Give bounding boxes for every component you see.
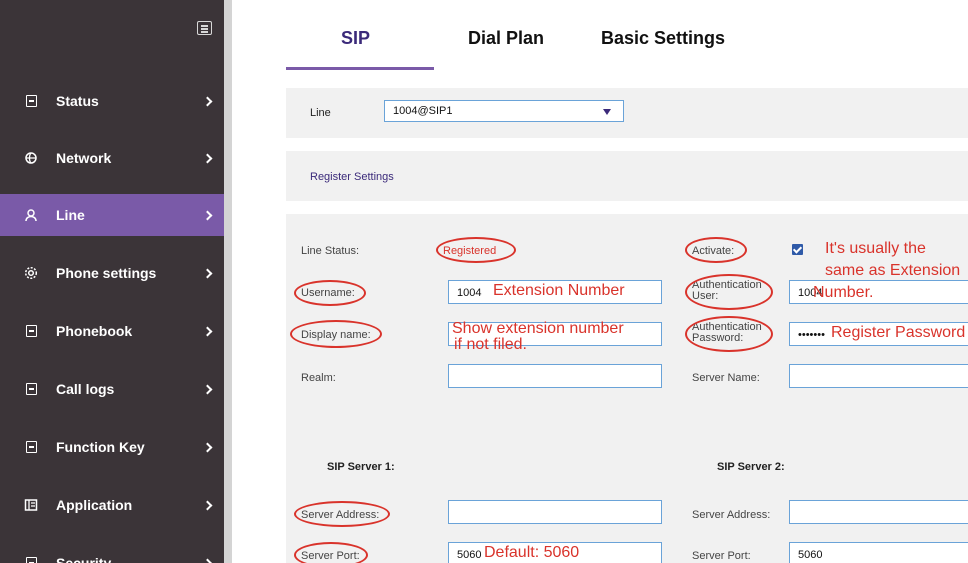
active-tab-indicator	[286, 67, 434, 70]
tab-dial-plan[interactable]: Dial Plan	[468, 28, 544, 49]
settings-icon	[24, 266, 38, 280]
user-icon	[24, 208, 38, 222]
tab-basic-settings[interactable]: Basic Settings	[601, 28, 725, 49]
phonebook-icon	[24, 324, 38, 338]
server-port-value: 5060	[457, 549, 482, 561]
chevron-right-icon	[202, 442, 213, 452]
annotation-text: same as Extension	[825, 262, 961, 279]
annotation-text: Default: 5060	[484, 544, 580, 561]
sidebar-item-label: Application	[56, 497, 133, 513]
server-name-label: Server Name:	[692, 372, 760, 384]
chevron-right-icon	[202, 558, 213, 563]
server-address-field[interactable]	[448, 500, 662, 524]
register-settings-header: Register Settings	[286, 151, 968, 201]
chevron-right-icon	[202, 500, 213, 510]
tab-sip[interactable]: SIP	[341, 28, 370, 49]
chevron-right-icon	[202, 326, 213, 336]
sidebar: Status Network Line Phone settings Phone…	[0, 0, 224, 563]
sidebar-toggle-icon[interactable]	[197, 21, 212, 35]
sidebar-item-label: Network	[56, 150, 112, 166]
application-icon	[24, 498, 38, 512]
line-status-label: Line Status:	[301, 245, 360, 257]
server-address-2-label: Server Address:	[692, 509, 771, 521]
sidebar-item-application[interactable]: Application	[0, 484, 224, 526]
line-panel: Line 1004@SIP1	[286, 88, 968, 138]
chevron-right-icon	[202, 268, 213, 278]
call-logs-icon	[24, 382, 38, 396]
server-port-2-label: Server Port:	[692, 550, 751, 562]
sidebar-item-status[interactable]: Status	[0, 80, 224, 122]
server-address-2-field[interactable]	[789, 500, 968, 524]
function-key-icon	[24, 440, 38, 454]
line-select-value: 1004@SIP1	[393, 105, 453, 117]
annotation-oval	[436, 237, 516, 263]
sidebar-item-function-key[interactable]: Function Key	[0, 426, 224, 468]
activate-checkbox[interactable]	[792, 244, 803, 255]
annotation-text: Number.	[813, 284, 874, 301]
chevron-right-icon	[202, 384, 213, 394]
sidebar-item-label: Call logs	[56, 381, 115, 397]
line-select[interactable]: 1004@SIP1	[384, 100, 624, 122]
sip-server-2-title: SIP Server 2:	[717, 461, 785, 473]
server-name-field[interactable]	[789, 364, 968, 388]
app-root: Status Network Line Phone settings Phone…	[0, 0, 968, 563]
line-label: Line	[310, 107, 331, 119]
sidebar-item-network[interactable]: Network	[0, 137, 224, 179]
server-port-2-field[interactable]: 5060	[789, 542, 968, 563]
annotation-oval	[685, 316, 773, 352]
sidebar-item-label: Security	[56, 555, 112, 563]
annotation-oval	[685, 274, 773, 310]
network-icon	[24, 151, 38, 165]
realm-label: Realm:	[301, 372, 336, 384]
chevron-right-icon	[202, 210, 213, 220]
sip-server-1-title: SIP Server 1:	[327, 461, 395, 473]
dropdown-arrow-icon	[603, 109, 611, 115]
security-icon	[24, 556, 38, 563]
sidebar-item-label: Function Key	[56, 439, 145, 455]
annotation-oval	[685, 237, 747, 263]
sidebar-scrollbar[interactable]	[224, 0, 232, 563]
sidebar-item-security[interactable]: Security	[0, 542, 224, 563]
sidebar-item-label: Line	[56, 207, 85, 223]
realm-field[interactable]	[448, 364, 662, 388]
sidebar-item-label: Phone settings	[56, 265, 157, 281]
username-value: 1004	[457, 287, 482, 299]
sidebar-item-call-logs[interactable]: Call logs	[0, 368, 224, 410]
annotation-text: Extension Number	[493, 282, 625, 299]
annotation-oval	[294, 542, 368, 563]
sidebar-item-label: Status	[56, 93, 99, 109]
annotation-text: It's usually the	[825, 240, 926, 257]
sidebar-item-phone-settings[interactable]: Phone settings	[0, 252, 224, 294]
register-settings-title: Register Settings	[310, 171, 394, 183]
sidebar-item-line[interactable]: Line	[0, 194, 224, 236]
auth-password-value: •••••••	[798, 329, 825, 341]
document-icon	[24, 94, 38, 108]
annotation-text: Register Password	[831, 324, 966, 341]
annotation-oval	[294, 501, 390, 527]
register-form-panel: Line Status: Registered Activate: It's u…	[286, 214, 968, 563]
sidebar-item-phonebook[interactable]: Phonebook	[0, 310, 224, 352]
sidebar-item-label: Phonebook	[56, 323, 133, 339]
annotation-text: if not filed.	[454, 336, 527, 353]
annotation-oval	[290, 320, 382, 348]
annotation-oval	[294, 280, 366, 306]
chevron-right-icon	[202, 153, 213, 163]
chevron-right-icon	[202, 96, 213, 106]
server-port-2-value: 5060	[798, 549, 823, 561]
